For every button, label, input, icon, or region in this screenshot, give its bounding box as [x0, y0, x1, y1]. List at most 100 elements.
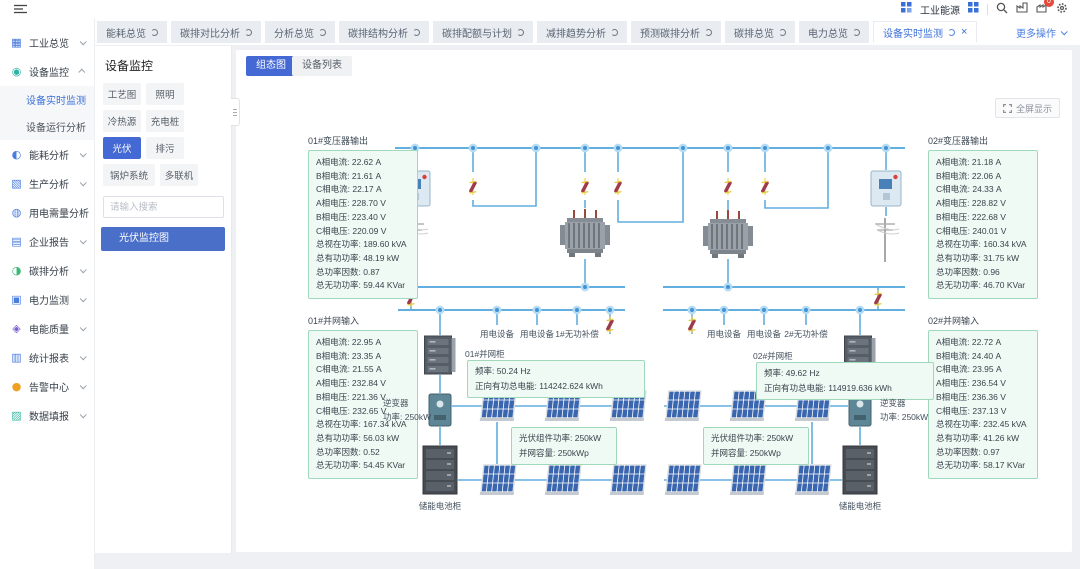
- chevron-down-icon: [80, 382, 87, 389]
- sidebar-item-power-monitor[interactable]: ▣电力监测: [0, 285, 94, 314]
- transformer2-output-title: 02#变压器输出: [928, 134, 988, 147]
- close-icon[interactable]: ×: [961, 27, 967, 38]
- refresh-icon[interactable]: [319, 29, 326, 36]
- tab-analysis-overview[interactable]: 分析总览: [265, 21, 335, 43]
- sidebar-item-device-realtime[interactable]: 设备实时监测: [0, 86, 94, 113]
- sidebar-item-carbon-analysis[interactable]: ◑碳排分析: [0, 256, 94, 285]
- tab-energy-overview[interactable]: 能耗总览: [97, 21, 167, 43]
- data-row: 总有功功率: 41.26 kW: [936, 432, 1037, 446]
- tab-carbon-structure[interactable]: 碳排结构分析: [339, 21, 429, 43]
- category-ev-charger[interactable]: 充电桩: [146, 110, 184, 132]
- energy-value: 正向有功总电能: 114242.624 kWh: [475, 379, 637, 394]
- document-icon: ▤: [10, 236, 23, 247]
- top-header-bar: 工业能源 0: [0, 0, 1080, 18]
- collapse-menu-icon[interactable]: [14, 4, 27, 17]
- device-monitor-panel: 设备监控 工艺图 照明 冷热源 充电桩 光伏 排污 锅炉系统 多联机 光伏监控图: [95, 46, 232, 553]
- brand-title: 工业能源: [920, 2, 960, 17]
- control-box-2: [871, 171, 901, 206]
- chevron-down-icon: [80, 266, 87, 273]
- sidebar-item-statistics-report[interactable]: ▥统计报表: [0, 343, 94, 372]
- sidebar-item-alarm-center[interactable]: ●告警中心: [0, 372, 94, 401]
- pv-power: 光伏组件功率: 250kW: [519, 431, 609, 446]
- chevron-down-icon: [80, 411, 87, 418]
- more-operations-button[interactable]: 更多操作: [1016, 25, 1066, 40]
- data-row: A相电压: 232.84 V: [316, 377, 417, 391]
- refresh-icon[interactable]: [245, 29, 252, 36]
- category-boiler-system[interactable]: 锅炉系统: [103, 164, 155, 186]
- power-icon: ▣: [10, 294, 23, 305]
- refresh-icon[interactable]: [611, 29, 618, 36]
- grid-cabinet-1: [425, 336, 456, 374]
- form-icon: ▨: [10, 410, 23, 421]
- bell-icon: ●: [10, 381, 23, 392]
- tab-reduction-trend[interactable]: 减排趋势分析: [537, 21, 627, 43]
- search-input[interactable]: [103, 196, 224, 218]
- sidebar-item-industry-overview[interactable]: ▦工业总览: [0, 28, 94, 57]
- tab-power-overview[interactable]: 电力总览: [799, 21, 869, 43]
- panel-collapse-handle[interactable]: [231, 98, 240, 126]
- notification-badge: 0: [1044, 0, 1054, 7]
- sidebar-item-demand-analysis[interactable]: ◍用电需量分析: [0, 198, 94, 227]
- data-row: A相电流: 22.62 A: [316, 156, 417, 170]
- list-item-pv-monitor-diagram[interactable]: 光伏监控图: [101, 227, 225, 251]
- sidebar-item-device-monitor[interactable]: ◉设备监控: [0, 57, 94, 86]
- sidebar-item-energy-analysis[interactable]: ◐能耗分析: [0, 140, 94, 169]
- refresh-icon[interactable]: [151, 29, 158, 36]
- data-row: B相电流: 21.61 A: [316, 170, 417, 184]
- data-row: 总无功功率: 54.45 KVar: [316, 459, 417, 473]
- pv-power: 光伏组件功率: 250kW: [711, 431, 801, 446]
- refresh-icon[interactable]: [853, 29, 860, 36]
- sidebar-item-power-quality[interactable]: ◈电能质量: [0, 314, 94, 343]
- pv-info-box-2: 光伏组件功率: 250kW 并网容量: 250kWp: [703, 427, 809, 465]
- workspace-grid-icon[interactable]: [968, 2, 979, 16]
- inverter-1: [429, 394, 451, 426]
- refresh-icon[interactable]: [413, 29, 420, 36]
- panel-title: 设备监控: [95, 46, 231, 81]
- refresh-icon[interactable]: [705, 29, 712, 36]
- data-row: A相电流: 22.95 A: [316, 336, 417, 350]
- leaf-icon: ◑: [10, 265, 23, 276]
- data-row: C相电压: 220.09 V: [316, 225, 417, 239]
- category-sewage[interactable]: 排污: [146, 137, 184, 159]
- apps-grid-icon[interactable]: [901, 2, 912, 16]
- transformer-2: [703, 210, 753, 258]
- category-lighting[interactable]: 照明: [146, 83, 184, 105]
- tab-device-realtime[interactable]: 设备实时监测×: [873, 21, 977, 43]
- energy-value: 正向有功总电能: 114919.636 kWh: [764, 381, 926, 396]
- sidebar-item-data-filling[interactable]: ▨数据填报: [0, 401, 94, 430]
- category-hvac-source[interactable]: 冷热源: [103, 110, 141, 132]
- grid-cabinet1-info: 频率: 50.24 Hz 正向有功总电能: 114242.624 kWh: [467, 360, 645, 398]
- data-row: B相电压: 223.40 V: [316, 211, 417, 225]
- table-icon: ▥: [10, 352, 23, 363]
- data-row: 总有功功率: 56.03 kW: [316, 432, 417, 446]
- trend-chart-icon: ▧: [10, 178, 23, 189]
- tab-carbon-quota[interactable]: 碳排配额与计划: [433, 21, 533, 43]
- enterprise-icon[interactable]: [1016, 2, 1028, 16]
- battery1-label: 储能电池柜: [416, 500, 464, 512]
- category-process-diagram[interactable]: 工艺图: [103, 83, 141, 105]
- tab-carbon-forecast[interactable]: 预测碳排分析: [631, 21, 721, 43]
- tab-carbon-overview[interactable]: 碳排总览: [725, 21, 795, 43]
- load-device-label: 用电设备: [477, 328, 517, 340]
- frequency-value: 频率: 50.24 Hz: [475, 364, 637, 379]
- data-row: 总视在功率: 160.34 kVA: [936, 238, 1037, 252]
- search-icon[interactable]: [996, 2, 1008, 17]
- feeder-lines: [411, 148, 886, 480]
- factory-notification-icon[interactable]: 0: [1036, 2, 1048, 16]
- data-row: C相电压: 240.01 V: [936, 225, 1037, 239]
- battery-cabinet-1: [423, 446, 457, 494]
- sidebar-item-device-operation[interactable]: 设备运行分析: [0, 113, 94, 140]
- refresh-icon[interactable]: [779, 29, 786, 36]
- category-photovoltaic[interactable]: 光伏: [103, 137, 141, 159]
- sidebar-item-enterprise-report[interactable]: ▤企业报告: [0, 227, 94, 256]
- category-multi-unit[interactable]: 多联机: [160, 164, 198, 186]
- sidebar-item-production-analysis[interactable]: ▧生产分析: [0, 169, 94, 198]
- tab-carbon-compare[interactable]: 碳排对比分析: [171, 21, 261, 43]
- refresh-icon[interactable]: [948, 29, 955, 36]
- settings-gear-icon[interactable]: [1056, 2, 1068, 17]
- chevron-down-icon: [80, 150, 87, 157]
- refresh-icon[interactable]: [517, 29, 524, 36]
- data-row: 总视在功率: 189.60 kVA: [316, 238, 417, 252]
- inverter1-power-label: 功率: 250kW: [383, 411, 431, 423]
- data-row: C相电流: 24.33 A: [936, 183, 1037, 197]
